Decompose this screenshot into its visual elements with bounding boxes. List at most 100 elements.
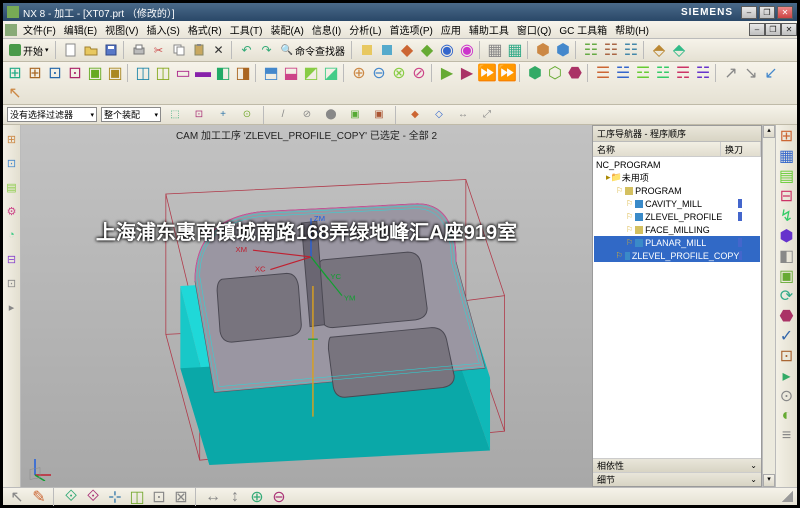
- tool-e-icon[interactable]: ◉: [438, 41, 456, 59]
- op15-icon[interactable]: ◩: [302, 64, 320, 82]
- resize-grip-icon[interactable]: [782, 491, 793, 502]
- tool-l-icon[interactable]: ☷: [602, 41, 620, 59]
- menu-P[interactable]: 首选项(P): [386, 25, 437, 38]
- menu-R[interactable]: 格式(R): [184, 25, 226, 38]
- op5-icon[interactable]: ▣: [86, 64, 104, 82]
- rt11-icon[interactable]: ✓: [778, 327, 796, 345]
- sel2-icon[interactable]: ⊡: [190, 106, 208, 124]
- cut-icon[interactable]: ✂: [150, 41, 168, 59]
- delete-icon[interactable]: ✕: [210, 41, 228, 59]
- op31-icon[interactable]: ☳: [654, 64, 672, 82]
- assembly-combo[interactable]: 整个装配▾: [101, 107, 161, 122]
- sel4-icon[interactable]: ⊙: [238, 106, 256, 124]
- op13-icon[interactable]: ⬒: [262, 64, 280, 82]
- sb10-icon[interactable]: ↕: [226, 488, 244, 506]
- op35-icon[interactable]: ↘: [742, 64, 760, 82]
- op32-icon[interactable]: ☴: [674, 64, 692, 82]
- sb11-icon[interactable]: ⊕: [248, 488, 266, 506]
- rt3-icon[interactable]: ▤: [778, 167, 796, 185]
- menu-H[interactable]: 帮助(H): [611, 25, 653, 38]
- filter-combo[interactable]: 没有选择过滤器▾: [7, 107, 97, 122]
- op37-icon[interactable]: ↖: [6, 84, 24, 102]
- op4-icon[interactable]: ⊡: [66, 64, 84, 82]
- sel12-icon[interactable]: ↔: [454, 106, 472, 124]
- tree-item-zlevel_profile_copy[interactable]: ⚐ZLEVEL_PROFILE_COPY: [594, 249, 760, 262]
- rt16-icon[interactable]: ≡: [778, 427, 796, 445]
- op27-icon[interactable]: ⬣: [566, 64, 584, 82]
- menu-S[interactable]: 插入(S): [142, 25, 183, 38]
- save-icon[interactable]: [102, 41, 120, 59]
- op22-icon[interactable]: ▶: [458, 64, 476, 82]
- tool-b-icon[interactable]: [378, 41, 396, 59]
- tree-item-zlevel_profile[interactable]: ⚐ZLEVEL_PROFILE: [594, 210, 760, 223]
- op7-icon[interactable]: ◫: [134, 64, 152, 82]
- start-button[interactable]: 开始▾: [5, 41, 53, 59]
- sb7-icon[interactable]: ⊡: [150, 488, 168, 506]
- op14-icon[interactable]: ⬓: [282, 64, 300, 82]
- op1-icon[interactable]: ⊞: [6, 64, 24, 82]
- rt2-icon[interactable]: ▦: [778, 147, 796, 165]
- rt10-icon[interactable]: ⬣: [778, 307, 796, 325]
- nav-part-icon[interactable]: ⊡: [3, 154, 21, 172]
- op19-icon[interactable]: ⊗: [390, 64, 408, 82]
- nav-detail[interactable]: 细节⌄: [593, 472, 761, 486]
- tool-k-icon[interactable]: ☷: [582, 41, 600, 59]
- rt12-icon[interactable]: ⊡: [778, 347, 796, 365]
- tool-j-icon[interactable]: ⬢: [554, 41, 572, 59]
- menu-[interactable]: 辅助工具: [465, 25, 513, 38]
- sel9-icon[interactable]: ▣: [370, 106, 388, 124]
- tool-f-icon[interactable]: ◉: [458, 41, 476, 59]
- op25-icon[interactable]: ⬢: [526, 64, 544, 82]
- op33-icon[interactable]: ☵: [694, 64, 712, 82]
- tree-item-face_milling[interactable]: ⚐FACE_MILLING: [594, 223, 760, 236]
- rt5-icon[interactable]: ↯: [778, 207, 796, 225]
- print-icon[interactable]: [130, 41, 148, 59]
- op10-icon[interactable]: ▬: [194, 64, 212, 82]
- maximize-button[interactable]: ❐: [759, 6, 775, 19]
- sb4-icon[interactable]: ⟐: [84, 488, 102, 506]
- rt9-icon[interactable]: ⟳: [778, 287, 796, 305]
- sb8-icon[interactable]: ⊠: [172, 488, 190, 506]
- undo-icon[interactable]: ↶: [238, 41, 256, 59]
- op11-icon[interactable]: ◧: [214, 64, 232, 82]
- close-button[interactable]: ✕: [777, 6, 793, 19]
- sel3-icon[interactable]: +: [214, 106, 232, 124]
- op24-icon[interactable]: ⏩: [498, 64, 516, 82]
- doc-restore-button[interactable]: ❐: [765, 23, 781, 36]
- sel6-icon[interactable]: ⊘: [298, 106, 316, 124]
- sel7-icon[interactable]: ⬤: [322, 106, 340, 124]
- op34-icon[interactable]: ↗: [722, 64, 740, 82]
- sel10-icon[interactable]: ◆: [406, 106, 424, 124]
- op16-icon[interactable]: ◪: [322, 64, 340, 82]
- sel11-icon[interactable]: ◇: [430, 106, 448, 124]
- menu-GC[interactable]: GC 工具箱: [555, 25, 611, 38]
- tool-m-icon[interactable]: ☷: [622, 41, 640, 59]
- nav-history-icon[interactable]: ◔: [3, 226, 21, 244]
- op28-icon[interactable]: ☰: [594, 64, 612, 82]
- new-icon[interactable]: [62, 41, 80, 59]
- viewport[interactable]: CAM 加工工序 'ZLEVEL_PROFILE_COPY' 已选定 - 全部 …: [21, 125, 592, 487]
- rt8-icon[interactable]: ▣: [778, 267, 796, 285]
- nav-browser-icon[interactable]: ⊟: [3, 250, 21, 268]
- open-icon[interactable]: [82, 41, 100, 59]
- sb1-icon[interactable]: ↖: [8, 488, 26, 506]
- tool-i-icon[interactable]: ⬢: [534, 41, 552, 59]
- menu-E[interactable]: 编辑(E): [60, 25, 101, 38]
- sb12-icon[interactable]: ⊖: [270, 488, 288, 506]
- tool-c-icon[interactable]: ◆: [398, 41, 416, 59]
- op18-icon[interactable]: ⊖: [370, 64, 388, 82]
- tool-d-icon[interactable]: ◆: [418, 41, 436, 59]
- menu-I[interactable]: 信息(I): [308, 25, 345, 38]
- rt7-icon[interactable]: ◧: [778, 247, 796, 265]
- tree-root[interactable]: NC_PROGRAM: [594, 158, 760, 171]
- command-finder[interactable]: 🔍命令查找器: [277, 41, 349, 59]
- op30-icon[interactable]: ☲: [634, 64, 652, 82]
- sb2-icon[interactable]: ✎: [30, 488, 48, 506]
- menu-V[interactable]: 视图(V): [101, 25, 142, 38]
- rt4-icon[interactable]: ⊟: [778, 187, 796, 205]
- tree-unused[interactable]: ▸📁未用项: [594, 171, 760, 184]
- menu-[interactable]: 应用: [437, 25, 465, 38]
- rt6-icon[interactable]: ⬢: [778, 227, 796, 245]
- sb9-icon[interactable]: ↔: [204, 488, 222, 506]
- sel5-icon[interactable]: /: [274, 106, 292, 124]
